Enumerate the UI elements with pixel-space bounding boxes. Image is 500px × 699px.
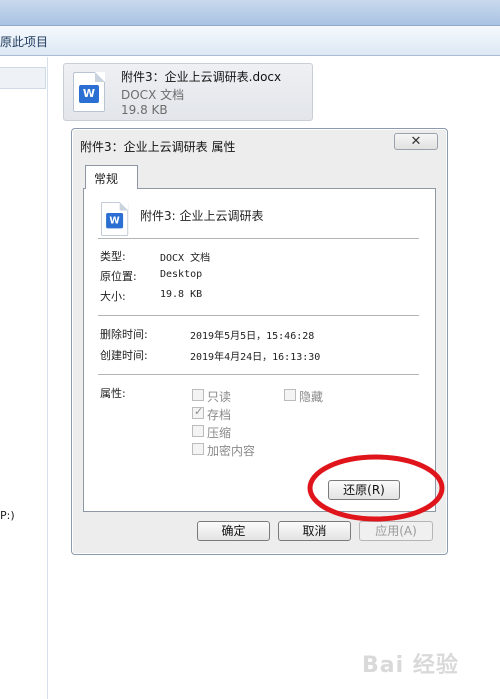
deleted-time-value: 2019年5月5日，15:46:28: [190, 331, 315, 342]
deleted-time-label: 删除时间:: [100, 328, 148, 341]
size-label: 大小:: [100, 290, 126, 303]
sidebar-drive-label[interactable]: P:): [0, 509, 15, 522]
window-title-bar: [0, 0, 500, 26]
created-time-value: 2019年4月24日，16:13:30: [190, 352, 321, 363]
separator: [98, 238, 419, 239]
watermark: Bai 经验: [362, 653, 459, 678]
file-name-value: 附件3: 企业上云调研表: [140, 209, 264, 223]
recycle-bin-file-item[interactable]: W 附件3：企业上云调研表.docx DOCX 文档 19.8 KB: [63, 63, 313, 121]
explorer-toolbar: 原此项目: [0, 26, 500, 56]
separator: [98, 315, 419, 316]
cancel-button[interactable]: 取消: [278, 521, 351, 541]
close-button[interactable]: ✕: [394, 133, 438, 150]
annotation-circle: [307, 454, 445, 522]
separator: [98, 374, 419, 375]
navigation-pane: P:): [0, 57, 48, 699]
location-value: Desktop: [160, 269, 203, 280]
attributes-label: 属性:: [100, 387, 126, 400]
word-doc-icon: W: [101, 202, 129, 236]
ok-button[interactable]: 确定: [197, 521, 270, 541]
type-label: 类型:: [100, 250, 126, 263]
dialog-title: 附件3：企业上云调研表 属性: [80, 140, 236, 154]
location-label: 原位置:: [100, 270, 137, 283]
type-value: DOCX 文档: [160, 253, 211, 264]
close-icon: ✕: [410, 134, 422, 149]
word-doc-icon: W: [73, 72, 105, 112]
file-name: 附件3：企业上云调研表.docx: [121, 70, 282, 84]
tab-general[interactable]: 常规: [85, 165, 138, 189]
check-icon: ✓: [194, 405, 204, 418]
apply-button[interactable]: 应用(A): [359, 521, 433, 541]
file-size: 19.8 KB: [121, 103, 168, 117]
sidebar-selected-item[interactable]: [0, 67, 46, 89]
size-value: 19.8 KB: [160, 289, 203, 300]
created-time-label: 创建时间:: [100, 349, 148, 362]
restore-this-item-command[interactable]: 原此项目: [0, 33, 48, 50]
file-type: DOCX 文档: [121, 88, 185, 102]
